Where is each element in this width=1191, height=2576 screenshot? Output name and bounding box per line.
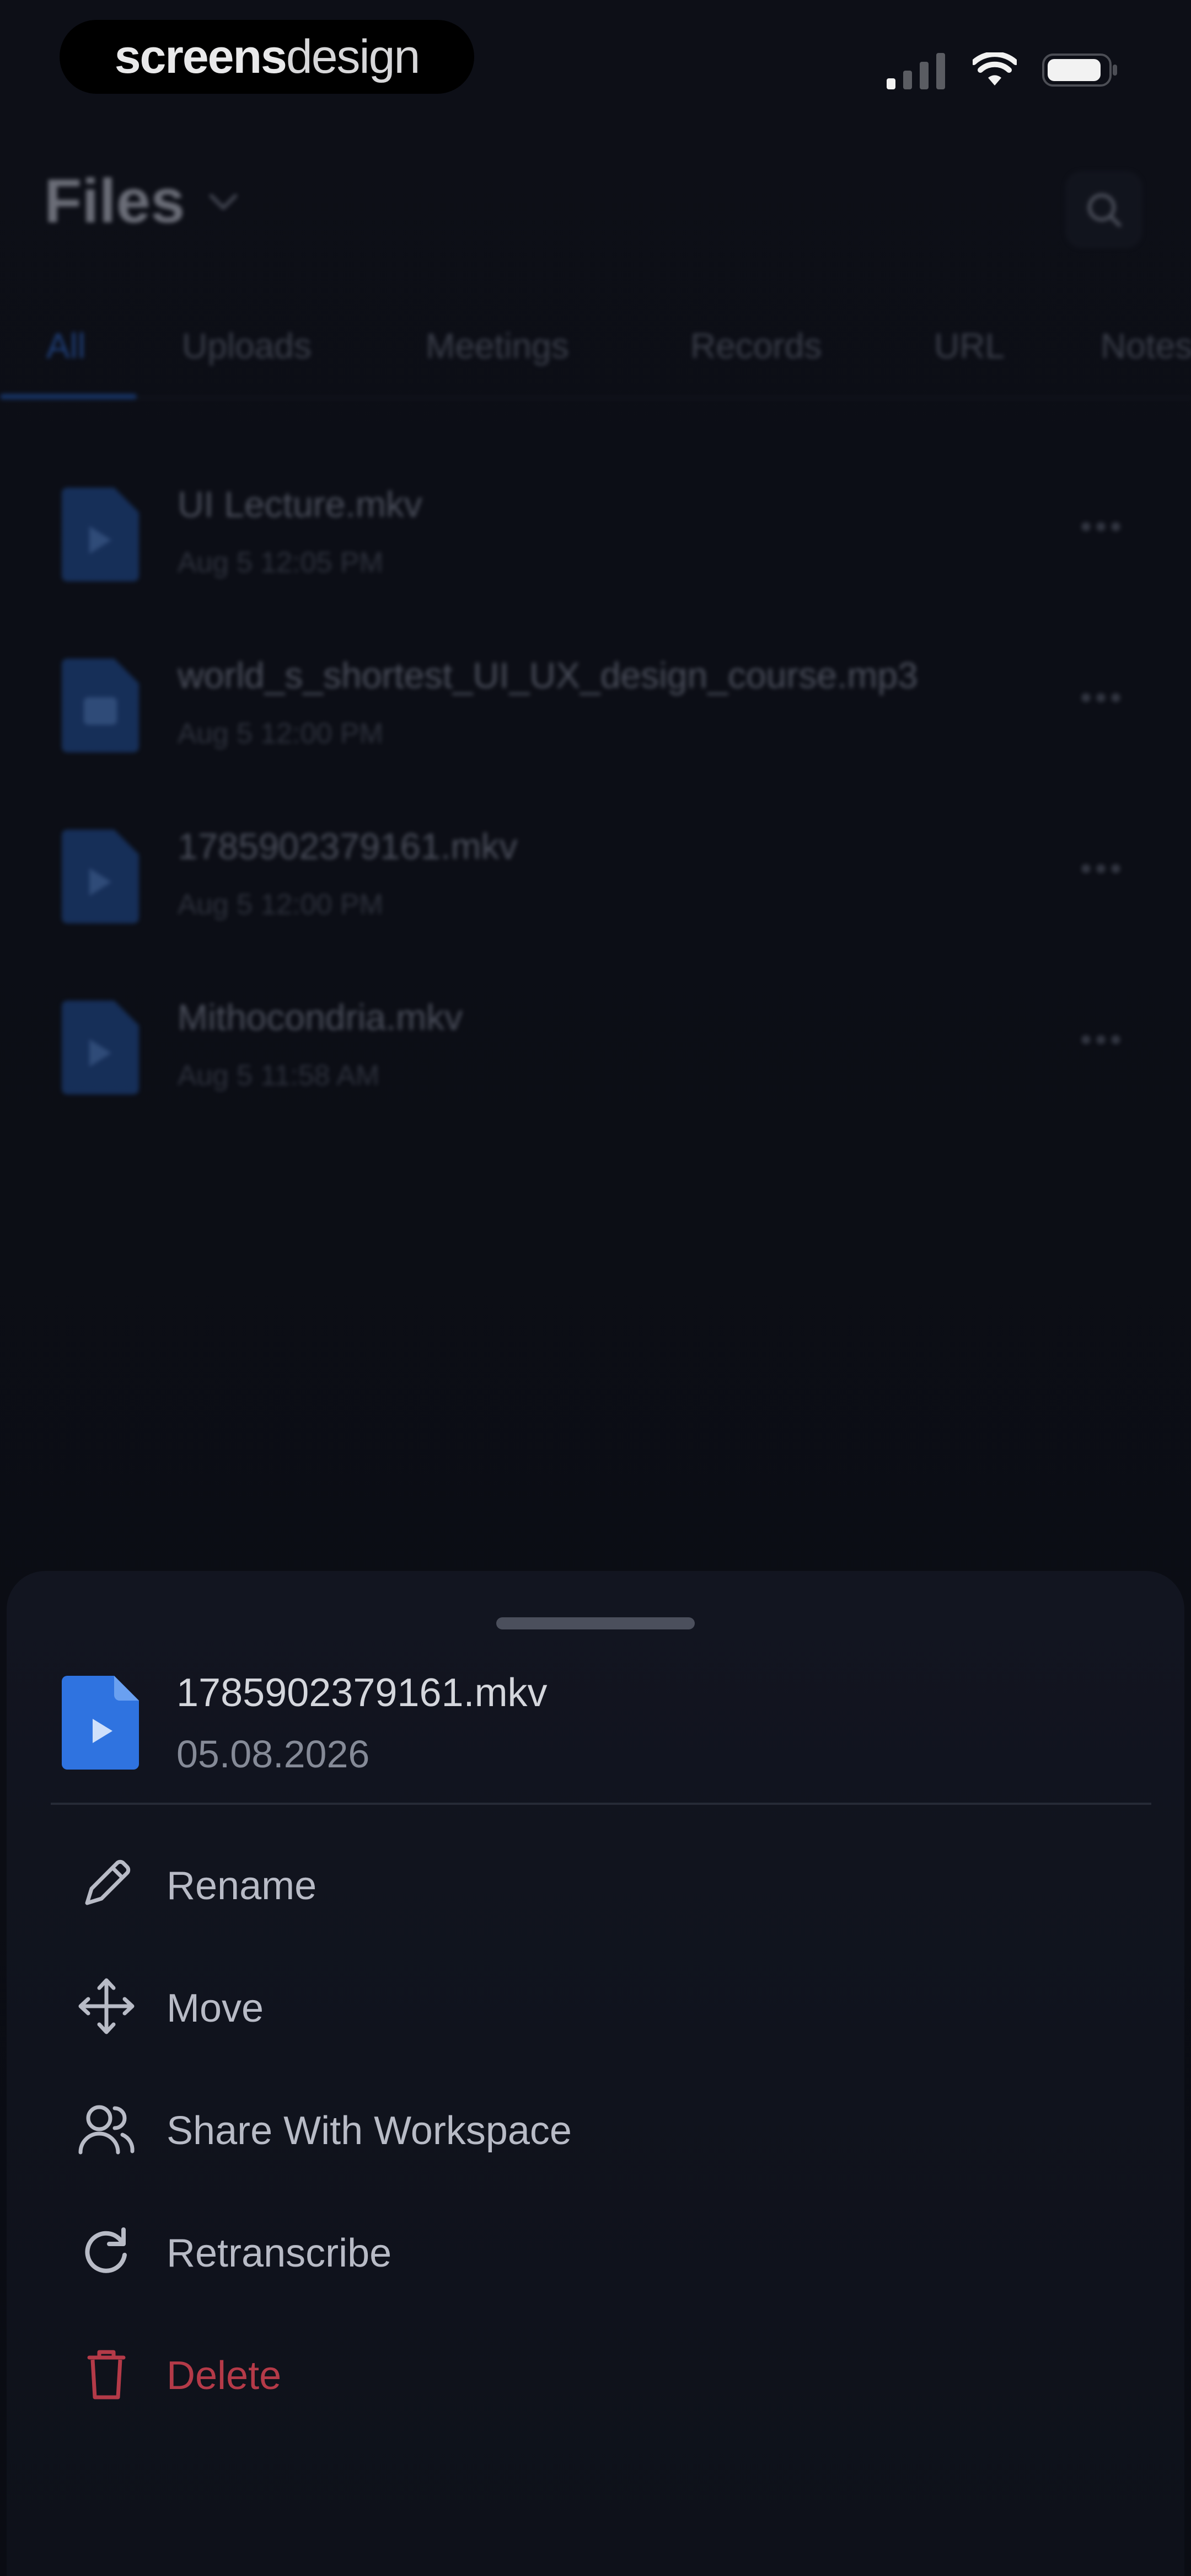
file-name: 1785902379161.mkv: [178, 826, 518, 867]
sheet-divider: [51, 1803, 1151, 1805]
file-name: UI Lecture.mkv: [178, 484, 422, 525]
search-button[interactable]: [1065, 171, 1142, 248]
tab-records[interactable]: Records: [690, 325, 822, 366]
tab-all[interactable]: All: [46, 325, 85, 366]
move-arrows-icon: [76, 1976, 137, 2037]
file-date: Aug 5 12:05 PM: [178, 547, 383, 579]
file-name: world_s_shortest_UI_UX_design_course.mp3: [178, 655, 918, 696]
page-title: Files: [44, 167, 185, 236]
search-icon: [1087, 193, 1122, 227]
cellular-signal-icon: [887, 53, 945, 89]
video-file-icon: [62, 488, 139, 581]
tab-notes[interactable]: Notes: [1101, 325, 1191, 366]
app-screen: screens design Files All Uploads Meeting…: [0, 0, 1191, 2576]
share-with-workspace-button[interactable]: Share With Workspace: [7, 2067, 1184, 2190]
tab-uploads[interactable]: Uploads: [182, 325, 312, 366]
rename-label: Rename: [167, 1864, 317, 1908]
sheet-file-name: 1785902379161.mkv: [176, 1671, 548, 1715]
more-options-icon[interactable]: •••: [1080, 1020, 1125, 1059]
active-tab-indicator: [0, 394, 137, 399]
brand-logo: screens design: [60, 20, 474, 94]
video-file-icon: [62, 830, 139, 923]
file-name: Mithocondria.mkv: [178, 997, 463, 1038]
pencil-icon: [76, 1853, 137, 1914]
tab-meetings[interactable]: Meetings: [426, 325, 569, 366]
file-date: Aug 5 11:58 AM: [178, 1060, 380, 1092]
refresh-icon: [76, 2221, 137, 2281]
status-icons: [887, 51, 1119, 89]
sheet-grabber[interactable]: [496, 1617, 695, 1629]
more-options-icon[interactable]: •••: [1080, 507, 1125, 546]
battery-icon: [1042, 54, 1117, 87]
move-label: Move: [167, 1986, 264, 2030]
files-page: Files All Uploads Meetings Records URL N…: [0, 121, 1191, 1567]
delete-label: Delete: [167, 2354, 282, 2398]
retranscribe-button[interactable]: Retranscribe: [7, 2190, 1184, 2312]
tab-url[interactable]: URL: [934, 325, 1005, 366]
chevron-down-icon: [209, 194, 238, 210]
file-date: Aug 5 12:00 PM: [178, 889, 383, 921]
wifi-icon: [973, 52, 1017, 85]
share-label: Share With Workspace: [167, 2109, 572, 2153]
sheet-file-info: 1785902379161.mkv 05.08.2026: [7, 1670, 1184, 1792]
file-date: Aug 5 12:00 PM: [178, 718, 383, 750]
rename-button[interactable]: Rename: [7, 1823, 1184, 1945]
file-actions-sheet: 1785902379161.mkv 05.08.2026 Rename Move: [7, 1571, 1184, 2576]
list-item[interactable]: Mithocondria.mkv Aug 5 11:58 AM •••: [0, 965, 1191, 1131]
brand-text-light: design: [286, 30, 420, 83]
more-options-icon[interactable]: •••: [1080, 849, 1125, 888]
video-file-icon: [62, 1001, 139, 1094]
list-item[interactable]: 1785902379161.mkv Aug 5 12:00 PM •••: [0, 794, 1191, 960]
video-file-icon: [62, 1676, 139, 1770]
move-button[interactable]: Move: [7, 1945, 1184, 2067]
retranscribe-label: Retranscribe: [167, 2231, 392, 2275]
tab-bar: All Uploads Meetings Records URL Notes: [0, 303, 1191, 399]
list-item[interactable]: UI Lecture.mkv Aug 5 12:05 PM •••: [0, 452, 1191, 618]
sheet-file-date: 05.08.2026: [176, 1733, 370, 1776]
more-options-icon[interactable]: •••: [1080, 678, 1125, 717]
list-item[interactable]: world_s_shortest_UI_UX_design_course.mp3…: [0, 623, 1191, 789]
delete-button[interactable]: Delete: [7, 2312, 1184, 2435]
files-header[interactable]: Files: [44, 165, 240, 237]
users-icon: [76, 2098, 137, 2159]
status-bar: screens design: [0, 0, 1191, 121]
brand-text-bold: screens: [114, 30, 287, 83]
trash-icon: [76, 2343, 137, 2404]
audio-file-icon: [62, 659, 139, 752]
